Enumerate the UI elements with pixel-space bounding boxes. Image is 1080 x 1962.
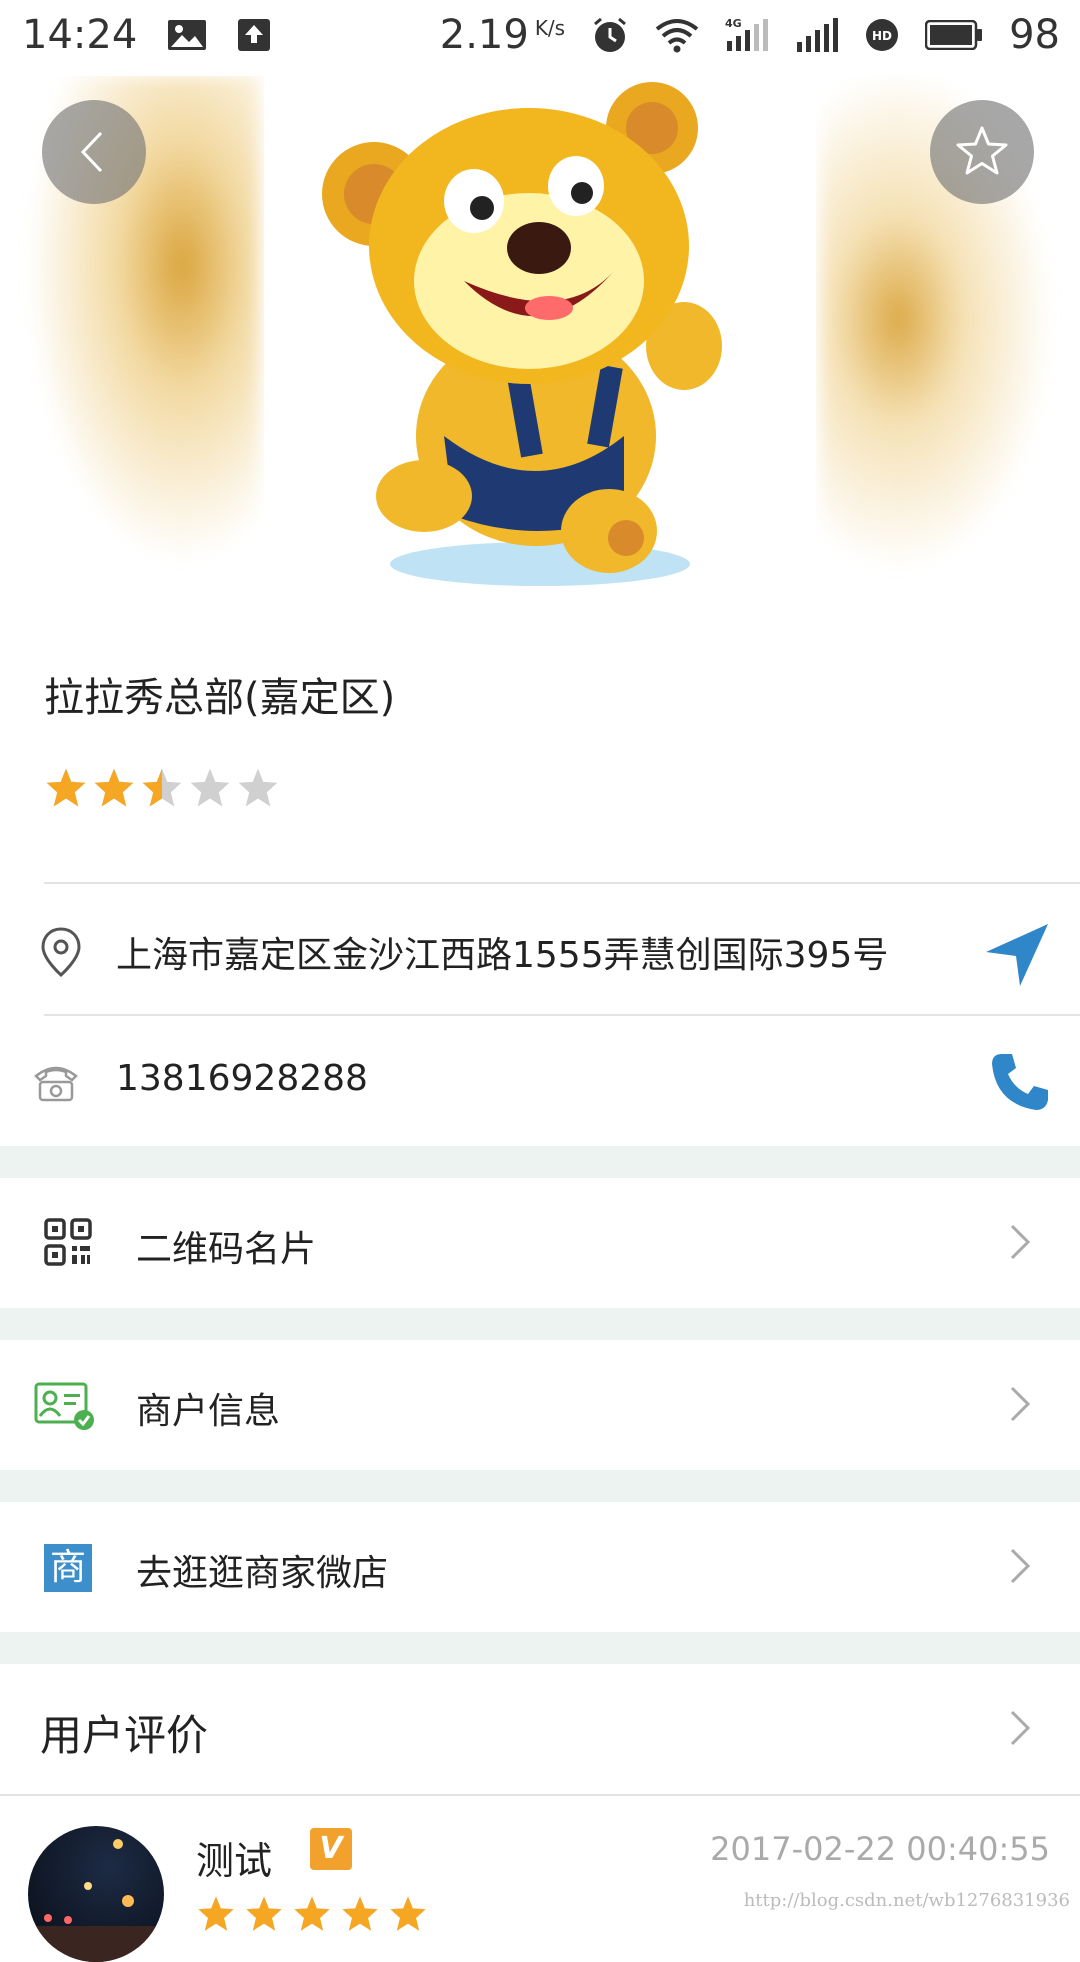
vip-badge: V xyxy=(310,1828,352,1870)
alarm-icon xyxy=(591,16,629,54)
micro-shop-row[interactable]: 商 去逛逛商家微店 xyxy=(0,1502,1080,1632)
star-icon xyxy=(238,768,278,807)
shop-icon: 商 xyxy=(44,1544,92,1592)
net-speed: 2.19 K/s xyxy=(439,12,566,58)
merchant-info-row[interactable]: 商户信息 xyxy=(0,1340,1080,1470)
section-gap xyxy=(0,1632,1080,1664)
star-icon xyxy=(198,1896,234,1931)
upload-icon xyxy=(237,18,271,52)
svg-text:HD: HD xyxy=(872,29,892,43)
status-bar: 14:24 2.19 K/s 4G HD 98 xyxy=(0,0,1080,76)
star-icon xyxy=(142,768,182,807)
svg-text:4G: 4G xyxy=(725,17,742,30)
merchant-info-label: 商户信息 xyxy=(136,1391,281,1432)
navigate-icon[interactable] xyxy=(984,922,1050,988)
shop-phone: 13816928288 xyxy=(116,1058,368,1099)
call-icon[interactable] xyxy=(988,1050,1052,1114)
chevron-right-icon xyxy=(1010,1386,1031,1422)
shop-hero xyxy=(0,76,1080,616)
avatar-night-city-image xyxy=(28,1839,164,1962)
chevron-right-icon xyxy=(1010,1710,1031,1746)
telephone-icon xyxy=(34,1066,78,1102)
star-icon xyxy=(294,1896,330,1931)
net-speed-unit: K/s xyxy=(534,16,566,40)
star-icon xyxy=(342,1896,378,1931)
watermark: http://blog.csdn.net/wb1276831936 xyxy=(743,1890,1070,1911)
wifi-icon xyxy=(655,17,699,53)
back-button[interactable] xyxy=(42,100,146,204)
chevron-right-icon xyxy=(1010,1224,1031,1260)
shop-rating xyxy=(44,766,280,810)
signal-4g-icon: 4G xyxy=(725,17,769,53)
star-icon xyxy=(190,768,230,807)
qr-card-label: 二维码名片 xyxy=(136,1229,317,1270)
gallery-icon xyxy=(167,19,207,51)
chevron-right-icon xyxy=(1010,1548,1031,1584)
location-pin-icon xyxy=(41,927,81,978)
star-outline-icon xyxy=(956,126,1008,175)
review-rating xyxy=(196,1894,428,1934)
hd-icon: HD xyxy=(865,18,899,52)
shop-logo-image xyxy=(264,76,816,616)
divider xyxy=(0,1794,1080,1796)
reviewer-avatar[interactable] xyxy=(28,1826,164,1962)
chevron-left-icon xyxy=(80,131,103,173)
signal-icon xyxy=(795,18,839,52)
reviewer-name: 测试 xyxy=(196,1839,273,1883)
section-gap xyxy=(0,1470,1080,1502)
shop-address: 上海市嘉定区金沙江西路1555弄慧创国际395号 xyxy=(116,935,889,976)
shop-name: 拉拉秀总部(嘉定区) xyxy=(44,675,396,721)
star-icon xyxy=(246,1896,282,1931)
battery-level: 98 xyxy=(1009,12,1060,58)
status-time: 14:24 xyxy=(22,12,138,58)
merchant-id-card-icon xyxy=(34,1382,94,1430)
micro-shop-label: 去逛逛商家微店 xyxy=(136,1553,389,1594)
section-gap xyxy=(0,1146,1080,1178)
section-gap xyxy=(0,1308,1080,1340)
star-icon xyxy=(46,768,86,807)
address-row[interactable]: 上海市嘉定区金沙江西路1555弄慧创国际395号 xyxy=(0,884,1080,1014)
phone-row[interactable]: 13816928288 xyxy=(0,1016,1080,1146)
qr-card-row[interactable]: 二维码名片 xyxy=(0,1178,1080,1308)
favorite-button[interactable] xyxy=(930,100,1034,204)
battery-icon xyxy=(925,20,983,50)
star-icon xyxy=(390,1896,426,1931)
review-date: 2017-02-22 00:40:55 xyxy=(710,1830,1050,1868)
star-icon xyxy=(94,768,134,807)
reviews-label: 用户评价 xyxy=(40,1711,209,1760)
reviews-row[interactable]: 用户评价 xyxy=(0,1664,1080,1794)
qr-code-icon xyxy=(44,1218,92,1266)
